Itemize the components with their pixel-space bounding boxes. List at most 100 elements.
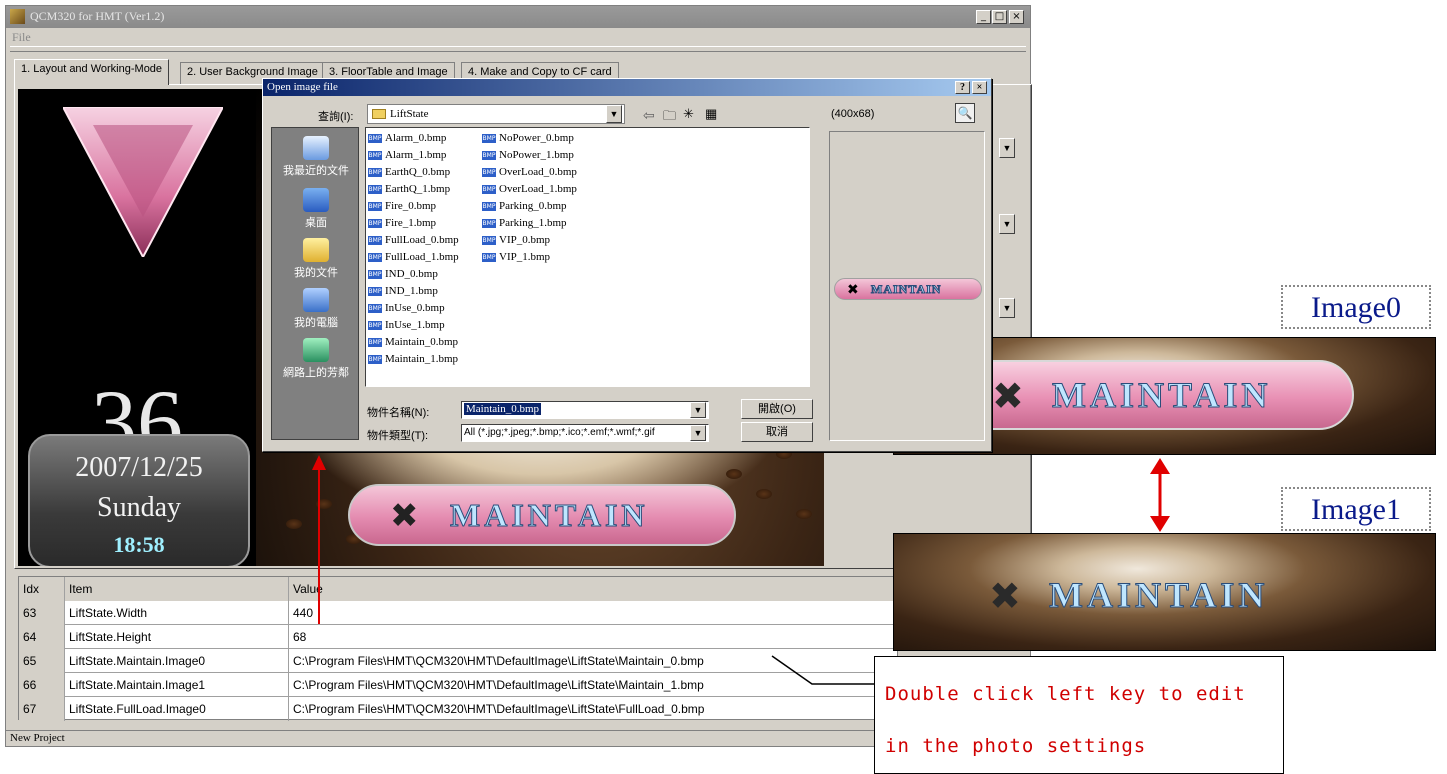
row-item: LiftState.Maintain.Image1 bbox=[65, 673, 289, 697]
place-label: 網路上的芳鄰 bbox=[283, 367, 349, 379]
row-value[interactable]: C:\Program Files\HMT\QCM320\HMT\DefaultI… bbox=[289, 649, 899, 673]
file-item[interactable]: BMP VIP_1.bmp bbox=[482, 249, 602, 266]
dropdown-arrow-icon[interactable]: ▼ bbox=[999, 138, 1015, 158]
file-item[interactable]: BMP NoPower_0.bmp bbox=[482, 130, 602, 147]
file-item[interactable]: BMP Fire_0.bmp bbox=[368, 198, 480, 215]
minimize-button[interactable]: _ bbox=[976, 10, 991, 24]
filetype-select[interactable]: All (*.jpg;*.jpeg;*.bmp;*.ico;*.emf;*.wm… bbox=[461, 424, 709, 442]
network-icon bbox=[303, 338, 329, 362]
file-item[interactable]: BMP Maintain_1.bmp bbox=[368, 351, 480, 368]
file-item[interactable]: BMP Maintain_0.bmp bbox=[368, 334, 480, 351]
my-computer-icon bbox=[303, 288, 329, 312]
row-value[interactable]: 68 bbox=[289, 625, 899, 649]
file-name: InUse_0.bmp bbox=[385, 302, 445, 314]
file-name: Alarm_0.bmp bbox=[385, 132, 447, 144]
image1-sample: ✖ MAINTAIN bbox=[893, 533, 1436, 651]
file-name: IND_1.bmp bbox=[385, 285, 438, 297]
file-item[interactable]: BMP Fire_1.bmp bbox=[368, 215, 480, 232]
row-item: LiftState.Maintain.Image0 bbox=[65, 649, 289, 673]
preview-toggle-icon[interactable]: 🔍 bbox=[955, 103, 975, 123]
row-value[interactable]: 440 bbox=[289, 601, 899, 625]
file-item[interactable]: BMP Alarm_0.bmp bbox=[368, 130, 480, 147]
status-text: New Project bbox=[10, 732, 65, 744]
place-label: 桌面 bbox=[305, 217, 327, 229]
row-idx: 66 bbox=[19, 673, 65, 697]
place-my-computer[interactable]: 我的電腦 bbox=[272, 288, 360, 330]
header-idx: Idx bbox=[19, 577, 65, 601]
bmp-file-icon: BMP bbox=[482, 167, 496, 177]
window-title: QCM320 for HMT (Ver1.2) bbox=[30, 9, 165, 23]
dropdown-arrow-icon[interactable]: ▼ bbox=[999, 214, 1015, 234]
place-my-documents[interactable]: 我的文件 bbox=[272, 238, 360, 280]
bmp-file-icon: BMP bbox=[482, 235, 496, 245]
dialog-close-button[interactable]: × bbox=[972, 81, 987, 94]
new-folder-icon[interactable]: ✳ bbox=[683, 106, 694, 122]
bmp-file-icon: BMP bbox=[368, 133, 382, 143]
filetype-label: 物件類型(T): bbox=[367, 430, 429, 442]
file-item[interactable]: BMP OverLoad_1.bmp bbox=[482, 181, 602, 198]
lookin-combo[interactable]: LiftState ▼ bbox=[367, 104, 625, 124]
file-item[interactable]: BMP NoPower_1.bmp bbox=[482, 147, 602, 164]
file-list[interactable]: BMP Alarm_0.bmp BMP Alarm_1.bmp BMP EarthQ_0.… bbox=[365, 127, 810, 387]
file-item[interactable]: BMP FullLoad_0.bmp bbox=[368, 232, 480, 249]
file-item[interactable]: BMP InUse_0.bmp bbox=[368, 300, 480, 317]
place-network[interactable]: 網路上的芳鄰 bbox=[272, 338, 360, 380]
bmp-file-icon: BMP bbox=[482, 133, 496, 143]
maximize-button[interactable]: □ bbox=[992, 10, 1007, 24]
thumbnail-text: MAINTAIN bbox=[870, 282, 942, 297]
tab-layout[interactable]: 1. Layout and Working-Mode bbox=[14, 59, 170, 85]
close-button[interactable]: × bbox=[1009, 10, 1024, 24]
time-text: 18:58 bbox=[113, 532, 165, 557]
table-row[interactable]: 64 LiftState.Height 68 bbox=[19, 625, 899, 649]
table-row[interactable]: 63 LiftState.Width 440 bbox=[19, 601, 899, 625]
table-row[interactable]: 67 LiftState.FullLoad.Image0 C:\Program … bbox=[19, 697, 899, 721]
file-item[interactable]: BMP FullLoad_1.bmp bbox=[368, 249, 480, 266]
row-idx: 67 bbox=[19, 697, 65, 721]
file-item[interactable]: BMP IND_1.bmp bbox=[368, 283, 480, 300]
back-icon[interactable]: ⇦ bbox=[643, 107, 655, 124]
row-idx: 63 bbox=[19, 601, 65, 625]
right-panel: ▼ ▼ ▼ bbox=[989, 90, 1029, 560]
table-row[interactable]: 65 LiftState.Maintain.Image0 C:\Program … bbox=[19, 649, 899, 673]
dropdown-arrow-icon[interactable]: ▼ bbox=[999, 298, 1015, 318]
help-button[interactable]: ? bbox=[955, 81, 970, 94]
file-item[interactable]: BMP Parking_1.bmp bbox=[482, 215, 602, 232]
cancel-button[interactable]: 取消 bbox=[741, 422, 813, 442]
file-item[interactable]: BMP InUse_1.bmp bbox=[368, 317, 480, 334]
liftstate-badge[interactable]: ✖ MAINTAIN bbox=[348, 484, 736, 546]
table-row[interactable]: 66 LiftState.Maintain.Image1 C:\Program … bbox=[19, 673, 899, 697]
file-item[interactable]: BMP IND_0.bmp bbox=[368, 266, 480, 283]
file-name: NoPower_0.bmp bbox=[499, 132, 574, 144]
bmp-file-icon: BMP bbox=[482, 201, 496, 211]
chevron-down-icon[interactable]: ▼ bbox=[690, 402, 706, 418]
file-item[interactable]: BMP OverLoad_0.bmp bbox=[482, 164, 602, 181]
file-item[interactable]: BMP VIP_0.bmp bbox=[482, 232, 602, 249]
row-value[interactable]: C:\Program Files\HMT\QCM320\HMT\DefaultI… bbox=[289, 673, 899, 697]
dialog-title: Open image file bbox=[267, 81, 338, 93]
open-image-dialog: Open image file ? × 查詢(I): LiftState ▼ ⇦… bbox=[262, 78, 992, 452]
menu-file[interactable]: File bbox=[12, 30, 31, 45]
up-folder-icon[interactable]: 🗀 bbox=[663, 107, 676, 129]
row-item: LiftState.Height bbox=[65, 625, 289, 649]
row-value[interactable]: C:\Program Files\HMT\QCM320\HMT\DefaultI… bbox=[289, 697, 899, 721]
row-item: LiftState.Width bbox=[65, 601, 289, 625]
filename-input[interactable]: Maintain_0.bmp ▼ bbox=[461, 401, 709, 419]
file-item[interactable]: BMP Parking_0.bmp bbox=[482, 198, 602, 215]
bmp-file-icon: BMP bbox=[368, 218, 382, 228]
double-arrow-head-down bbox=[1150, 516, 1170, 532]
place-desktop[interactable]: 桌面 bbox=[272, 188, 360, 230]
place-recent[interactable]: 我最近的文件 bbox=[272, 136, 360, 178]
chevron-down-icon[interactable]: ▼ bbox=[606, 105, 622, 123]
file-item[interactable]: BMP EarthQ_0.bmp bbox=[368, 164, 480, 181]
file-name: OverLoad_0.bmp bbox=[499, 166, 577, 178]
bmp-file-icon: BMP bbox=[368, 354, 382, 364]
bmp-file-icon: BMP bbox=[368, 269, 382, 279]
row-item: LiftState.FullLoad.Image0 bbox=[65, 697, 289, 721]
file-item[interactable]: BMP Alarm_1.bmp bbox=[368, 147, 480, 164]
open-button[interactable]: 開啟(O) bbox=[741, 399, 813, 419]
view-menu-icon[interactable]: ▦ bbox=[705, 106, 717, 122]
file-item[interactable]: BMP EarthQ_1.bmp bbox=[368, 181, 480, 198]
chevron-down-icon[interactable]: ▼ bbox=[690, 425, 706, 441]
bmp-file-icon: BMP bbox=[482, 150, 496, 160]
my-documents-icon bbox=[303, 238, 329, 262]
